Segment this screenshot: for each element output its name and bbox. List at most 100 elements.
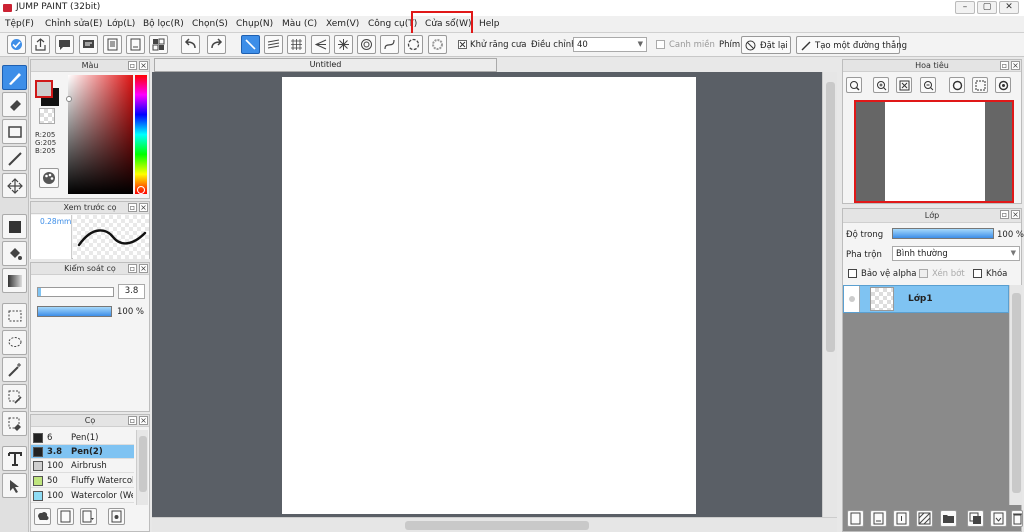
foreground-color-swatch[interactable] (35, 80, 53, 98)
cloud-brush-icon[interactable] (34, 508, 51, 525)
panel-float-icon[interactable]: ▫ (128, 61, 137, 70)
canvas-vertical-scrollbar[interactable] (822, 72, 837, 517)
delete-layer-icon[interactable] (1011, 510, 1023, 527)
folder-icon[interactable] (940, 510, 957, 527)
minimize-button[interactable]: – (955, 1, 975, 14)
menu-filter[interactable]: Bộ lọc(R) (143, 19, 184, 29)
hue-handle[interactable] (137, 186, 145, 194)
panel-close-icon[interactable]: × (1011, 210, 1020, 219)
line-tool-icon[interactable] (2, 146, 27, 171)
adjust-dropdown[interactable]: 40 ▼ (573, 37, 647, 52)
pen-tool-icon[interactable] (2, 65, 27, 90)
zoom-in-icon[interactable] (873, 77, 889, 93)
ruler-settings-icon[interactable] (428, 35, 447, 54)
canvas-hscroll-thumb[interactable] (405, 521, 589, 530)
document-tab[interactable]: Untitled (154, 58, 497, 72)
layer-opacity-slider[interactable] (892, 228, 994, 239)
panel-close-icon[interactable]: × (139, 203, 148, 212)
select-pen-tool-icon[interactable] (2, 384, 27, 409)
picker-handle[interactable] (66, 96, 72, 102)
panel-close-icon[interactable]: × (139, 61, 148, 70)
ruler-line-icon[interactable] (241, 35, 260, 54)
zoom-fit-icon[interactable] (846, 77, 862, 93)
message-icon[interactable] (79, 35, 98, 54)
margin-checkbox[interactable] (656, 40, 665, 49)
menu-edit[interactable]: Chỉnh sửa(E) (45, 19, 102, 29)
reset-view-icon[interactable] (972, 77, 988, 93)
brush-list-scrollbar[interactable] (136, 430, 148, 505)
close-button[interactable]: ✕ (999, 1, 1019, 14)
brush-size-input[interactable]: 3.8 (118, 284, 145, 299)
layer-scroll-thumb[interactable] (1012, 293, 1021, 493)
new-8bit-layer-icon[interactable] (893, 510, 910, 527)
panel-float-icon[interactable]: ▫ (128, 203, 137, 212)
panel-float-icon[interactable]: ▫ (1000, 210, 1009, 219)
redo-icon[interactable] (207, 35, 226, 54)
brush-settings-icon[interactable] (108, 508, 125, 525)
palette-button[interactable] (39, 168, 59, 188)
canvas-horizontal-scrollbar[interactable] (152, 517, 837, 532)
panel-close-icon[interactable]: × (139, 416, 148, 425)
rectangle-tool-icon[interactable] (2, 119, 27, 144)
blend-mode-dropdown[interactable]: Bình thường ▼ (892, 246, 1020, 261)
document-icon[interactable] (126, 35, 145, 54)
hue-slider[interactable] (135, 75, 147, 194)
menu-tools[interactable]: Công cụ(T) (368, 19, 417, 29)
fit-window-icon[interactable] (896, 77, 912, 93)
brush-menu-icon[interactable] (80, 508, 97, 525)
new-brush-icon[interactable] (57, 508, 74, 525)
navigator-preview[interactable] (854, 100, 1014, 203)
straight-line-button[interactable]: Tạo một đường thẳng (796, 36, 907, 54)
brush-opacity-slider[interactable] (37, 306, 112, 317)
transparent-swatch[interactable] (39, 108, 55, 124)
circle-ruler-icon[interactable] (404, 35, 423, 54)
rotate-left-icon[interactable] (949, 77, 965, 93)
lock-checkbox[interactable] (973, 269, 982, 278)
brush-item[interactable]: 100 Watercolor (Wet) (31, 489, 134, 503)
panel-close-icon[interactable]: × (139, 264, 148, 273)
menu-help[interactable]: Help (479, 19, 500, 29)
grid-icon[interactable] (149, 35, 168, 54)
perspective-icon[interactable] (311, 35, 330, 54)
reset-button[interactable]: Đặt lại (741, 36, 791, 54)
panel-close-icon[interactable]: × (1011, 61, 1020, 70)
parallel-lines-icon[interactable] (264, 35, 283, 54)
saturation-value-picker[interactable] (68, 75, 133, 194)
concentric-icon[interactable] (357, 35, 376, 54)
operation-tool-icon[interactable] (2, 473, 27, 498)
brush-item[interactable]: 50 Fluffy Watercolor (31, 474, 134, 488)
move-tool-icon[interactable] (2, 173, 27, 198)
canvas-vscroll-thumb[interactable] (826, 82, 835, 352)
select-eraser-tool-icon[interactable] (2, 411, 27, 436)
menu-view[interactable]: Xem(V) (326, 19, 359, 29)
antialias-checkbox[interactable] (458, 40, 467, 49)
alpha-lock-checkbox[interactable] (848, 269, 857, 278)
bucket-tool-icon[interactable] (2, 241, 27, 266)
new-layer-icon[interactable] (847, 510, 864, 527)
brush-item-selected[interactable]: 3.8 Pen(2) (31, 445, 134, 459)
menu-color[interactable]: Màu (C) (282, 19, 317, 29)
brush-item[interactable]: 6 Pen(1) (31, 431, 134, 445)
layer-scrollbar[interactable] (1009, 285, 1022, 505)
menu-select[interactable]: Chọn(S) (192, 19, 228, 29)
gradient-tool-icon[interactable] (2, 268, 27, 293)
new-raster-layer-icon[interactable] (870, 510, 887, 527)
merge-layer-icon[interactable] (990, 510, 1007, 527)
panel-float-icon[interactable]: ▫ (1000, 61, 1009, 70)
share-icon[interactable] (31, 35, 50, 54)
panel-float-icon[interactable]: ▫ (128, 416, 137, 425)
brush-item[interactable]: 100 Airbrush (31, 459, 134, 473)
fill-rect-tool-icon[interactable] (2, 214, 27, 239)
menu-capture[interactable]: Chụp(N) (236, 19, 273, 29)
grid-lines-icon[interactable] (287, 35, 306, 54)
maximize-button[interactable]: ▢ (977, 1, 997, 14)
menu-layer[interactable]: Lớp(L) (107, 19, 135, 29)
menu-file[interactable]: Tệp(F) (5, 19, 34, 29)
rect-select-tool-icon[interactable] (2, 303, 27, 328)
tone-layer-icon[interactable] (916, 510, 933, 527)
page-icon[interactable] (103, 35, 122, 54)
eraser-tool-icon[interactable] (2, 92, 27, 117)
undo-icon[interactable] (181, 35, 200, 54)
radial-lines-icon[interactable] (334, 35, 353, 54)
clip-checkbox[interactable] (919, 269, 928, 278)
